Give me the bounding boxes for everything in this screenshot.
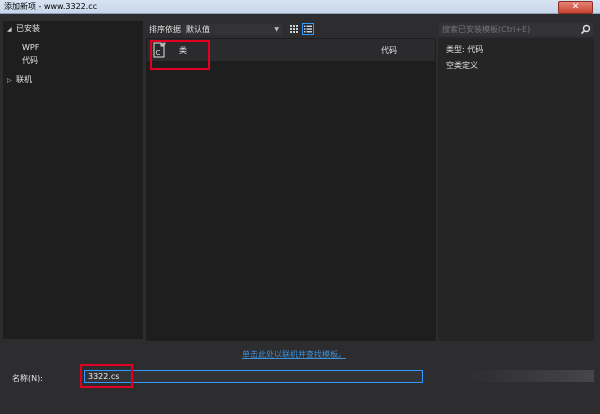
expand-arrow-icon[interactable]: ◢ — [7, 25, 16, 35]
grid-view-button[interactable] — [288, 23, 300, 35]
sort-label: 排序依据: — [149, 25, 184, 34]
search-input[interactable] — [439, 23, 580, 36]
tree-item-wpf-label: WPF — [22, 43, 40, 52]
close-button[interactable]: ✕ — [558, 1, 593, 14]
tree-item-code-label: 代码 — [22, 56, 38, 65]
tree-item-installed-label: 已安装 — [16, 24, 40, 33]
search-icon[interactable] — [580, 24, 591, 35]
window-title: 添加新项 - www.3322.cc — [4, 2, 98, 11]
tree-item-online-label: 联机 — [16, 75, 32, 84]
list-view-button[interactable] — [302, 23, 314, 35]
details-type: 类型: 代码 — [446, 45, 484, 54]
tree-item-code[interactable]: 代码 — [22, 56, 38, 66]
online-templates-link[interactable]: 单击此处以联机并查找模板。 — [242, 350, 346, 360]
tree-item-installed[interactable]: ◢ 已安装 — [7, 24, 40, 34]
details-description: 空类定义 — [446, 61, 478, 70]
tree-item-wpf[interactable]: WPF — [22, 43, 39, 53]
tree-item-online[interactable]: ▷ 联机 — [7, 75, 32, 85]
faded-watermark-area — [466, 370, 594, 382]
collapse-arrow-icon[interactable]: ▷ — [7, 76, 16, 86]
grid-view-icon — [290, 25, 298, 33]
list-view-icon — [304, 25, 312, 33]
title-bar: 添加新项 - www.3322.cc ✕ — [0, 0, 600, 14]
sort-dropdown[interactable]: 默认值 ▼ — [182, 24, 282, 35]
sort-value: 默认值 — [186, 25, 210, 34]
search-box[interactable] — [439, 23, 593, 36]
template-language: 代码 — [381, 46, 397, 55]
template-list: C # 类 代码 — [146, 38, 436, 341]
details-pane: 类型: 代码 空类定义 — [438, 38, 594, 341]
name-input[interactable] — [84, 370, 423, 383]
highlight-box-template — [150, 40, 210, 70]
template-category-tree: ◢ 已安装 WPF 代码 ▷ 联机 — [3, 21, 143, 339]
highlight-box-name — [80, 364, 133, 388]
chevron-down-icon: ▼ — [274, 26, 279, 33]
name-label: 名称(N): — [12, 374, 43, 383]
